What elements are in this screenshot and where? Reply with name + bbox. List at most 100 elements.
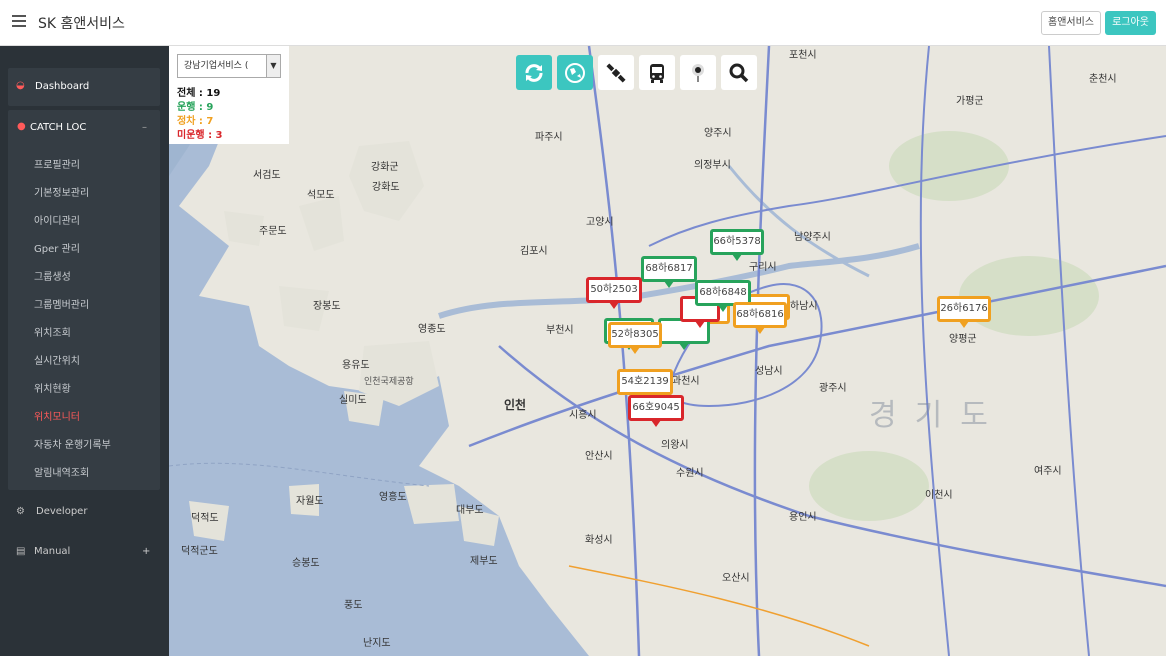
expand-toggle[interactable]: + (142, 546, 150, 557)
stat-driving: 운행 : 9 (177, 102, 214, 113)
map-label-jebu: 제부도 (470, 556, 498, 567)
sidebar-item-alerts[interactable]: 알림내역조회 (34, 464, 89, 479)
globe-button[interactable] (557, 55, 593, 90)
sidebar-item-basic-info[interactable]: 기본정보관리 (34, 184, 89, 199)
sidebar-item-manual[interactable]: Manual (34, 546, 70, 557)
map-label-ganghwa: 강화군 (371, 162, 399, 173)
map-label-chuncheon: 춘천시 (1089, 74, 1117, 85)
chevron-down-icon: ▼ (266, 55, 280, 77)
map-label-ansan: 안산시 (585, 451, 613, 462)
map-label-yangpyeong: 양평군 (949, 334, 977, 345)
vehicle-marker[interactable]: 52하8305 (608, 322, 662, 354)
traffic-button[interactable] (680, 55, 716, 90)
map-label-jawol: 자월도 (296, 496, 324, 507)
map-view[interactable]: 파주시 양주시 포천시 의정부시 고양시 김포시 구리시 남양주시 하남시 부천… (169, 46, 1166, 656)
traffic-light-icon (692, 64, 704, 82)
group-select-value: 강남기업서비스 ( (184, 61, 249, 71)
stat-total: 전체 : 19 (177, 88, 221, 99)
bus-icon (650, 64, 664, 83)
vehicle-marker[interactable]: 68하6816 (733, 302, 787, 334)
sidebar-item-group-create[interactable]: 그룹생성 (34, 268, 71, 283)
stat-not-driving: 미운행 : 3 (177, 130, 223, 141)
vehicle-marker[interactable]: 66호9045 (628, 395, 684, 427)
search-icon (729, 63, 749, 83)
map-label-incheon: 인천 (504, 398, 527, 412)
refresh-button[interactable] (516, 55, 552, 90)
vehicle-marker[interactable]: 50하2503 (586, 277, 642, 309)
map-label-siheung: 시흥시 (569, 410, 597, 421)
map-label-pocheon: 포천시 (789, 50, 817, 61)
group-panel: 강남기업서비스 ( ▼ 전체 : 19 운행 : 9 정차 : 7 미운행 : … (169, 46, 289, 144)
sidebar-item-label: Dashboard (35, 81, 90, 92)
map-label-suwon: 수원시 (676, 468, 704, 479)
map-label-deokjeokgun: 덕적군도 (181, 546, 218, 557)
sidebar-item-location-query[interactable]: 위치조회 (34, 324, 71, 339)
map-label-uijeongbu: 의정부시 (694, 160, 731, 171)
sidebar-item-profile[interactable]: 프로필관리 (34, 156, 80, 171)
map-label-uiwang: 의왕시 (661, 440, 689, 451)
sidebar-item-dashboard[interactable]: ◒ Dashboard (8, 68, 160, 106)
map-label-seokmo: 석모도 (307, 190, 335, 201)
map-label-gimpo: 김포시 (520, 246, 548, 257)
map-label-yongyu: 용유도 (342, 360, 370, 371)
map-label-nanji: 난지도 (363, 638, 391, 649)
satellite-icon (606, 63, 626, 83)
map-label-daebu: 대부도 (456, 505, 484, 516)
vehicle-marker[interactable]: 26하6176 (937, 296, 991, 328)
map-label-airport: 인천국제공항 (364, 377, 414, 387)
sidebar-item-catch-loc[interactable]: CATCH LOC (30, 122, 86, 133)
map-label-seogeom: 서검도 (253, 170, 281, 181)
map-label-ganghwa-do: 강화도 (372, 182, 400, 193)
gears-icon: ⚙ (16, 506, 25, 517)
sidebar-item-gper[interactable]: Gper 관리 (34, 240, 80, 255)
map-label-yeoju: 여주시 (1034, 466, 1062, 477)
map-label-jumun: 주문도 (259, 226, 287, 237)
vehicle-marker[interactable]: 54호2139 (617, 369, 673, 401)
top-bar: SK 홈앤서비스 홈앤서비스 로그아웃 (0, 0, 1166, 46)
map-pin-icon: ● (17, 121, 26, 132)
map-label-pung: 풍도 (344, 600, 363, 611)
home-service-button[interactable]: 홈앤서비스 (1041, 11, 1101, 35)
logout-button[interactable]: 로그아웃 (1105, 11, 1156, 35)
vehicle-marker[interactable]: 68하6817 (641, 256, 697, 288)
book-icon: ▤ (16, 546, 26, 557)
map-label-namyangju: 남양주시 (794, 232, 831, 243)
sidebar-item-developer[interactable]: Developer (36, 506, 87, 517)
refresh-icon (525, 64, 543, 82)
map-label-hwaseong: 화성시 (585, 535, 613, 546)
sidebar-item-monitor[interactable]: 위치모니터 (34, 408, 80, 423)
map-label-jangbong: 장봉도 (313, 301, 341, 312)
map-label-yeongheung: 영흥도 (379, 492, 407, 503)
map-label-bucheon: 부천시 (546, 325, 574, 336)
sidebar-item-id[interactable]: 아이디관리 (34, 212, 80, 227)
menu-icon[interactable] (12, 15, 26, 27)
satellite-button[interactable] (598, 55, 634, 90)
map-label-yongin: 용인시 (789, 512, 817, 523)
map-label-seungbong: 승봉도 (292, 558, 320, 569)
map-label-silmi: 실미도 (339, 395, 367, 406)
sidebar-item-group-members[interactable]: 그룹멤버관리 (34, 296, 89, 311)
map-label-gwangju: 광주시 (819, 383, 847, 394)
bus-button[interactable] (639, 55, 675, 90)
sidebar-item-status[interactable]: 위치현황 (34, 380, 71, 395)
map-label-guri: 구리시 (749, 262, 777, 273)
globe-icon (565, 63, 585, 83)
map-label-goyang: 고양시 (586, 217, 614, 228)
sidebar-item-realtime[interactable]: 실시간위치 (34, 352, 80, 367)
map-label-icheon: 이천시 (925, 490, 953, 501)
map-label-osan: 오산시 (722, 573, 750, 584)
map-label-deokjeok: 덕적도 (191, 513, 219, 524)
map-label-hanam: 하남시 (790, 301, 818, 312)
vehicle-marker[interactable]: 66하5378 (710, 229, 764, 261)
map-label-seongnam: 성남시 (755, 366, 783, 377)
search-button[interactable] (721, 55, 757, 90)
group-select[interactable]: 강남기업서비스 ( ▼ (177, 54, 281, 78)
map-label-yeongjong: 영종도 (418, 324, 446, 335)
map-label-province: 경기도 (869, 398, 1006, 433)
collapse-toggle[interactable]: – (142, 122, 147, 133)
dashboard-icon: ◒ (16, 80, 25, 91)
map-label-gapyeong: 가평군 (956, 96, 984, 107)
map-label-yangju: 양주시 (704, 128, 732, 139)
sidebar-item-driving-log[interactable]: 자동차 운행기록부 (34, 436, 111, 451)
app-title: SK 홈앤서비스 (38, 16, 125, 32)
